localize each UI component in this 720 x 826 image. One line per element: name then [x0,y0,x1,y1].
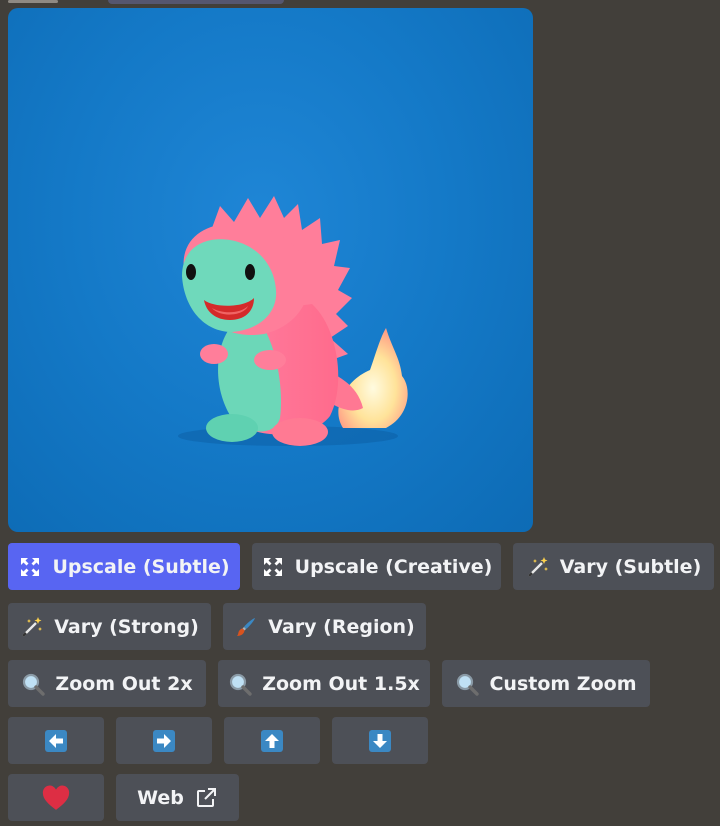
vary-region-button[interactable]: Vary (Region) [223,603,426,650]
top-strip-tag [108,0,284,4]
zoom-out-1-5x-label: Zoom Out 1.5x [262,672,420,695]
vary-subtle-button[interactable]: Vary (Subtle) [513,543,714,590]
magnifier-icon [455,672,480,696]
web-link-button[interactable]: Web [116,774,239,821]
dinosaur-illustration [178,196,408,446]
zoom-out-2x-button[interactable]: Zoom Out 2x [8,660,206,707]
zoom-out-1-5x-button[interactable]: Zoom Out 1.5x [218,660,430,707]
vary-strong-button[interactable]: Vary (Strong) [8,603,211,650]
expand-arrows-icon [261,555,285,579]
upscale-creative-label: Upscale (Creative) [294,555,493,578]
vary-subtle-label: Vary (Subtle) [559,555,702,578]
magnifier-icon [228,672,252,696]
pan-up-button[interactable] [224,717,320,764]
top-strip-fragment [8,0,58,3]
vary-strong-label: Vary (Strong) [54,615,199,638]
upscale-subtle-button[interactable]: Upscale (Subtle) [8,543,240,590]
arrow-up-icon [260,729,284,753]
pan-right-button[interactable] [116,717,212,764]
upscale-subtle-label: Upscale (Subtle) [52,555,230,578]
pan-down-button[interactable] [332,717,428,764]
magic-wand-icon [526,555,550,579]
pan-left-button[interactable] [8,717,104,764]
zoom-out-2x-label: Zoom Out 2x [55,672,193,695]
heart-icon [41,783,71,813]
arrow-down-icon [368,729,392,753]
expand-arrows-icon [18,555,42,579]
upscale-creative-button[interactable]: Upscale (Creative) [252,543,501,590]
paintbrush-icon [234,615,258,639]
generated-image[interactable] [8,8,533,532]
external-link-icon [194,786,218,810]
magic-wand-icon [20,615,44,639]
arrow-left-icon [44,729,68,753]
custom-zoom-button[interactable]: Custom Zoom [442,660,650,707]
custom-zoom-label: Custom Zoom [489,672,637,695]
top-strip [0,0,720,4]
arrow-right-icon [152,729,176,753]
magnifier-icon [21,672,46,696]
web-label: Web [137,786,184,809]
vary-region-label: Vary (Region) [268,615,415,638]
favorite-button[interactable] [8,774,104,821]
